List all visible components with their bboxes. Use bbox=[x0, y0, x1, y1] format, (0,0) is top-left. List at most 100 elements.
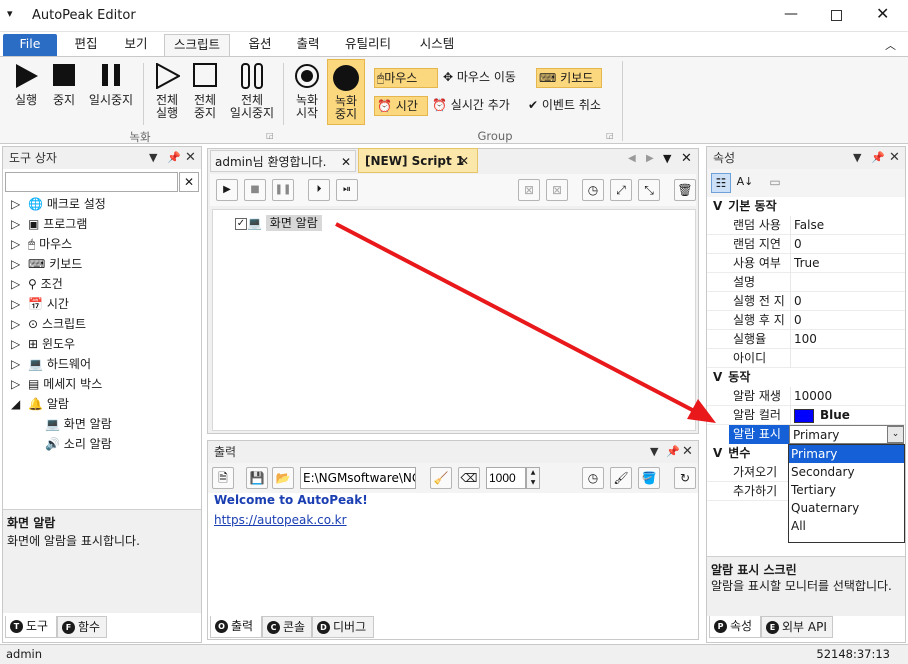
close-icon[interactable]: ✕ bbox=[889, 147, 900, 169]
prop-id[interactable]: 아이디 bbox=[707, 349, 905, 368]
option-secondary[interactable]: Secondary bbox=[789, 463, 904, 481]
option-quaternary[interactable]: Quaternary bbox=[789, 499, 904, 517]
category-action[interactable]: ᐯ 동작 bbox=[707, 368, 905, 387]
collapse-icon[interactable]: ⤡ bbox=[638, 179, 660, 201]
output-link[interactable]: https://autopeak.co.kr bbox=[214, 513, 347, 527]
stop-all-button[interactable]: 전체 중지 bbox=[186, 57, 224, 127]
checkbox[interactable]: ✓ bbox=[235, 217, 247, 230]
tab-script-1[interactable]: [NEW] Script 1 ✕ bbox=[358, 148, 478, 173]
pause-button[interactable]: 일시중지 bbox=[84, 57, 138, 127]
menu-script[interactable]: 스크립트 bbox=[164, 34, 230, 56]
refresh-icon[interactable]: ↻ bbox=[674, 467, 696, 489]
dropdown-icon[interactable]: ▼ bbox=[650, 441, 658, 463]
script-node[interactable]: ✓ 💻 화면 알람 bbox=[235, 214, 322, 232]
interval-input[interactable] bbox=[486, 467, 526, 489]
remove-disabled-icon[interactable]: ⊠ bbox=[546, 179, 568, 201]
eraser-icon[interactable]: ⌫ bbox=[458, 467, 480, 489]
run-from-icon[interactable]: ⏵ bbox=[308, 179, 330, 201]
prop-alarm-play[interactable]: 알람 재생 10000 bbox=[707, 387, 905, 406]
prop-alarm-display[interactable]: 알람 표시 Primary ⌄ bbox=[707, 425, 905, 444]
mouse-button[interactable]: 🖱마우스 bbox=[374, 68, 438, 88]
categorized-icon[interactable]: ☷ bbox=[711, 173, 731, 193]
maximize-icon[interactable] bbox=[831, 10, 842, 21]
tree-item-time[interactable]: ▷ 📅 시간 bbox=[11, 294, 69, 314]
prop-pre-delay[interactable]: 실행 전 지0 bbox=[707, 292, 905, 311]
expand-icon[interactable]: ⤢ bbox=[610, 179, 632, 201]
record-stop-button[interactable]: 녹화 중지 bbox=[327, 59, 365, 125]
pin-icon[interactable]: 📌 bbox=[666, 441, 680, 463]
tree-item-macro-settings[interactable]: ▷ 🌐 매크로 설정 bbox=[11, 194, 106, 214]
tree-item-keyboard[interactable]: ▷ ⌨ 키보드 bbox=[11, 254, 82, 274]
sort-az-icon[interactable]: A↓ bbox=[735, 173, 755, 193]
option-all[interactable]: All bbox=[789, 517, 904, 535]
delete-disabled-icon[interactable]: ⊠ bbox=[518, 179, 540, 201]
pause-all-button[interactable]: 전체 일시중지 bbox=[226, 57, 278, 127]
option-tertiary[interactable]: Tertiary bbox=[789, 481, 904, 499]
tab-functions[interactable]: F 함수 bbox=[57, 616, 107, 638]
new-file-icon[interactable]: 🗎 bbox=[212, 467, 234, 489]
chevron-down-icon[interactable]: ⌄ bbox=[887, 426, 904, 443]
realtime-add-button[interactable]: ⏰ 실시간 추가 bbox=[432, 96, 522, 116]
tab-output[interactable]: O 출력 bbox=[210, 616, 262, 638]
prop-run-rate[interactable]: 실행율 100 bbox=[707, 330, 905, 349]
scroll-right-icon[interactable]: ▶ bbox=[646, 153, 654, 164]
save-icon[interactable]: 💾 bbox=[246, 467, 268, 489]
tree-item-screen-alarm[interactable]: 💻 화면 알람 bbox=[45, 414, 112, 434]
category-basic[interactable]: ᐯ 기본 동작 bbox=[707, 197, 905, 216]
tree-item-condition[interactable]: ▷ ⚲ 조건 bbox=[11, 274, 63, 294]
dropdown-icon[interactable]: ▼ bbox=[149, 147, 157, 169]
dropdown-icon[interactable]: ▼ bbox=[853, 147, 861, 169]
play-icon[interactable]: ▶ bbox=[216, 179, 238, 201]
tree-item-mouse[interactable]: ▷ 🖱 마우스 bbox=[11, 234, 72, 254]
menu-utility[interactable]: 유틸리티 bbox=[336, 34, 400, 56]
tab-properties[interactable]: P 속성 bbox=[709, 616, 761, 638]
tab-external-api[interactable]: E 외부 API bbox=[761, 616, 833, 638]
tab-debug[interactable]: D 디버그 bbox=[312, 616, 374, 638]
fill-icon[interactable]: 🪣 bbox=[638, 467, 660, 489]
record-start-button[interactable]: 녹화 시작 bbox=[289, 57, 325, 127]
close-icon[interactable]: ✕ bbox=[681, 151, 692, 166]
menu-options[interactable]: 옵션 bbox=[240, 34, 280, 56]
close-tab-icon[interactable]: ✕ bbox=[459, 149, 469, 173]
option-primary[interactable]: Primary bbox=[789, 445, 904, 463]
menu-system[interactable]: 시스템 bbox=[410, 34, 464, 56]
clock-icon[interactable]: ◷ bbox=[582, 467, 604, 489]
tree-item-program[interactable]: ▷ ▣ 프로그램 bbox=[11, 214, 87, 234]
interval-stepper[interactable]: ▲ ▼ bbox=[526, 467, 540, 489]
tree-item-script[interactable]: ▷ ⊙ 스크립트 bbox=[11, 314, 86, 334]
tab-welcome[interactable]: admin님 환영합니다. ✕ bbox=[210, 150, 356, 172]
group2-launcher-icon[interactable]: ◲ bbox=[606, 131, 614, 140]
run-all-button[interactable]: 전체 실행 bbox=[148, 57, 186, 127]
prop-description[interactable]: 설명 bbox=[707, 273, 905, 292]
stop-icon[interactable]: ■ bbox=[244, 179, 266, 201]
property-pages-icon[interactable]: ▭ bbox=[765, 173, 785, 193]
tab-list-icon[interactable]: ▼ bbox=[663, 152, 671, 165]
clean-icon[interactable]: 🧹 bbox=[430, 467, 452, 489]
pin-icon[interactable]: 📌 bbox=[167, 147, 181, 169]
minimize-icon[interactable]: — bbox=[784, 6, 798, 22]
tree-item-messagebox[interactable]: ▷ ▤ 메세지 박스 bbox=[11, 374, 102, 394]
run-button[interactable]: 실행 bbox=[6, 57, 46, 127]
prop-alarm-color[interactable]: 알람 컬러 Blue bbox=[707, 406, 905, 425]
pin-icon[interactable]: 📌 bbox=[871, 147, 885, 169]
prop-random-delay[interactable]: 랜덤 지연 0 bbox=[707, 235, 905, 254]
prop-enabled[interactable]: 사용 여부 True bbox=[707, 254, 905, 273]
tab-tools[interactable]: T 도구 bbox=[5, 616, 57, 638]
script-canvas[interactable]: ✓ 💻 화면 알람 bbox=[212, 209, 696, 431]
tree-item-window[interactable]: ▷ ⊞ 윈도우 bbox=[11, 334, 75, 354]
menu-edit[interactable]: 편집 bbox=[66, 34, 106, 56]
cancel-event-button[interactable]: ✔ 이벤트 취소 bbox=[528, 96, 614, 116]
tab-console[interactable]: C 콘솔 bbox=[262, 616, 312, 638]
trash-icon[interactable]: 🗑 bbox=[674, 179, 696, 201]
stop-button[interactable]: 중지 bbox=[46, 57, 82, 127]
close-icon[interactable]: ✕ bbox=[876, 4, 889, 23]
collapse-ribbon-icon[interactable]: ︿ bbox=[885, 37, 896, 53]
keyboard-button[interactable]: ⌨ 키보드 bbox=[536, 68, 602, 88]
tree-item-hardware[interactable]: ▷ 💻 하드웨어 bbox=[11, 354, 91, 374]
menu-file[interactable]: File bbox=[3, 34, 57, 56]
close-icon[interactable]: ✕ bbox=[682, 441, 693, 463]
mouse-move-button[interactable]: ✥ 마우스 이동 bbox=[443, 68, 533, 88]
tree-item-alarm[interactable]: ◢ 🔔 알람 bbox=[11, 394, 69, 414]
run-step-icon[interactable]: ⏯ bbox=[336, 179, 358, 201]
time-button[interactable]: ⏰ 시간 bbox=[374, 96, 428, 116]
